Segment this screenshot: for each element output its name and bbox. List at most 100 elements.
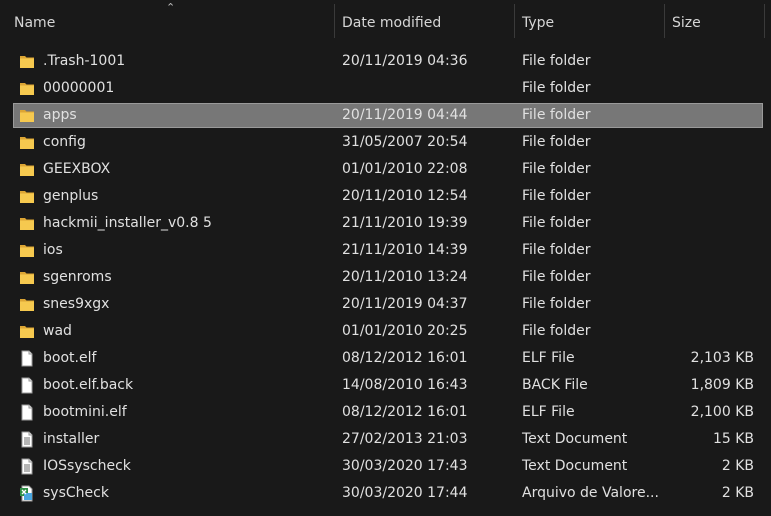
file-size: 1,809 KB bbox=[690, 377, 754, 393]
folder-icon bbox=[19, 242, 35, 259]
folder-icon bbox=[19, 323, 35, 340]
text-document-icon bbox=[19, 458, 35, 475]
file-type: File folder bbox=[522, 53, 591, 69]
text-document-icon bbox=[19, 431, 35, 448]
file-name: sgenroms bbox=[43, 269, 112, 285]
folder-icon bbox=[19, 188, 35, 205]
file-name: IOSsyscheck bbox=[43, 458, 131, 474]
file-type: ELF File bbox=[522, 350, 575, 366]
file-name: .Trash-1001 bbox=[43, 53, 126, 69]
file-type: File folder bbox=[522, 161, 591, 177]
folder-icon bbox=[19, 161, 35, 178]
file-type: File folder bbox=[522, 242, 591, 258]
file-icon bbox=[19, 404, 35, 421]
file-type: File folder bbox=[522, 107, 591, 123]
date-modified: 21/11/2010 19:39 bbox=[342, 215, 468, 231]
file-type: File folder bbox=[522, 188, 591, 204]
file-name: wad bbox=[43, 323, 72, 339]
file-name: GEEXBOX bbox=[43, 161, 111, 177]
file-row[interactable]: IOSsyscheck 30/03/2020 17:43 Text Document… bbox=[0, 453, 771, 480]
file-row[interactable]: boot.elf.back 14/08/2010 16:43 BACK File 1,… bbox=[0, 372, 771, 399]
column-header-type[interactable]: Type bbox=[522, 0, 554, 40]
date-modified: 21/11/2010 14:39 bbox=[342, 242, 468, 258]
file-row[interactable]: genplus 20/11/2010 12:54 File folder bbox=[0, 183, 771, 210]
date-modified: 20/11/2019 04:44 bbox=[342, 107, 468, 123]
date-modified: 30/03/2020 17:43 bbox=[342, 458, 468, 474]
file-row[interactable]: bootmini.elf 08/12/2012 16:01 ELF File 2,10… bbox=[0, 399, 771, 426]
date-modified: 20/11/2010 13:24 bbox=[342, 269, 468, 285]
file-type: File folder bbox=[522, 134, 591, 150]
file-size: 15 KB bbox=[712, 431, 754, 447]
file-type: File folder bbox=[522, 269, 591, 285]
file-size: 2 KB bbox=[721, 458, 754, 474]
file-name: bootmini.elf bbox=[43, 404, 127, 420]
file-type: File folder bbox=[522, 323, 591, 339]
file-name: sysCheck bbox=[43, 485, 109, 501]
file-row[interactable]: wad 01/01/2010 20:25 File folder bbox=[0, 318, 771, 345]
file-row[interactable]: snes9xgx 20/11/2019 04:37 File folder bbox=[0, 291, 771, 318]
file-name: hackmii_installer_v0.8 5 bbox=[43, 215, 212, 231]
file-row[interactable]: 00000001 File folder bbox=[0, 75, 771, 102]
file-row[interactable]: hackmii_installer_v0.8 5 21/11/2010 19:39… bbox=[0, 210, 771, 237]
file-name: apps bbox=[43, 107, 77, 123]
date-modified: 01/01/2010 20:25 bbox=[342, 323, 468, 339]
folder-icon bbox=[19, 296, 35, 313]
file-type: Text Document bbox=[522, 458, 628, 474]
date-modified: 08/12/2012 16:01 bbox=[342, 350, 468, 366]
column-header-bar: Name ⌃ Date modified Type Size bbox=[0, 0, 771, 40]
file-name: snes9xgx bbox=[43, 296, 110, 312]
column-header-date-modified[interactable]: Date modified bbox=[342, 0, 441, 40]
file-name: ios bbox=[43, 242, 63, 258]
file-size: 2,103 KB bbox=[690, 350, 754, 366]
folder-icon bbox=[19, 215, 35, 232]
file-type: ELF File bbox=[522, 404, 575, 420]
date-modified: 20/11/2010 12:54 bbox=[342, 188, 468, 204]
date-modified: 30/03/2020 17:44 bbox=[342, 485, 468, 501]
file-type: Arquivo de Valore... bbox=[522, 485, 659, 501]
file-row[interactable]: sysCheck 30/03/2020 17:44 Arquivo de Valor… bbox=[0, 480, 771, 507]
folder-icon bbox=[19, 107, 35, 124]
folder-icon bbox=[19, 53, 35, 70]
column-divider[interactable] bbox=[764, 4, 765, 38]
file-name: boot.elf bbox=[43, 350, 97, 366]
column-header-size[interactable]: Size bbox=[672, 0, 701, 40]
date-modified: 27/02/2013 21:03 bbox=[342, 431, 468, 447]
file-row[interactable]: installer 27/02/2013 21:03 Text Document 15… bbox=[0, 426, 771, 453]
file-row[interactable]: .Trash-1001 20/11/2019 04:36 File folder bbox=[0, 48, 771, 75]
date-modified: 01/01/2010 22:08 bbox=[342, 161, 468, 177]
file-name: genplus bbox=[43, 188, 99, 204]
file-name: config bbox=[43, 134, 86, 150]
data-file-icon bbox=[19, 485, 35, 502]
file-icon bbox=[19, 350, 35, 367]
column-divider[interactable] bbox=[664, 4, 665, 38]
date-modified: 14/08/2010 16:43 bbox=[342, 377, 468, 393]
file-type: Text Document bbox=[522, 431, 628, 447]
file-row[interactable]: apps 20/11/2019 04:44 File folder bbox=[0, 102, 771, 129]
file-row[interactable]: ios 21/11/2010 14:39 File folder bbox=[0, 237, 771, 264]
column-header-name[interactable]: Name bbox=[14, 0, 55, 40]
date-modified: 31/05/2007 20:54 bbox=[342, 134, 468, 150]
file-type: BACK File bbox=[522, 377, 588, 393]
folder-icon bbox=[19, 269, 35, 286]
file-row[interactable]: boot.elf 08/12/2012 16:01 ELF File 2,103 KB bbox=[0, 345, 771, 372]
file-row[interactable]: config 31/05/2007 20:54 File folder bbox=[0, 129, 771, 156]
file-list: .Trash-1001 20/11/2019 04:36 File folder 00… bbox=[0, 48, 771, 507]
file-size: 2 KB bbox=[721, 485, 754, 501]
file-icon bbox=[19, 377, 35, 394]
file-type: File folder bbox=[522, 80, 591, 96]
file-type: File folder bbox=[522, 296, 591, 312]
file-name: boot.elf.back bbox=[43, 377, 134, 393]
date-modified: 20/11/2019 04:37 bbox=[342, 296, 468, 312]
file-row[interactable]: GEEXBOX 01/01/2010 22:08 File folder bbox=[0, 156, 771, 183]
file-name: installer bbox=[43, 431, 100, 447]
file-type: File folder bbox=[522, 215, 591, 231]
file-size: 2,100 KB bbox=[690, 404, 754, 420]
column-divider[interactable] bbox=[514, 4, 515, 38]
column-divider[interactable] bbox=[334, 4, 335, 38]
date-modified: 08/12/2012 16:01 bbox=[342, 404, 468, 420]
folder-icon bbox=[19, 134, 35, 151]
file-row[interactable]: sgenroms 20/11/2010 13:24 File folder bbox=[0, 264, 771, 291]
file-name: 00000001 bbox=[43, 80, 115, 96]
sort-ascending-icon: ⌃ bbox=[166, 1, 176, 14]
date-modified: 20/11/2019 04:36 bbox=[342, 53, 468, 69]
